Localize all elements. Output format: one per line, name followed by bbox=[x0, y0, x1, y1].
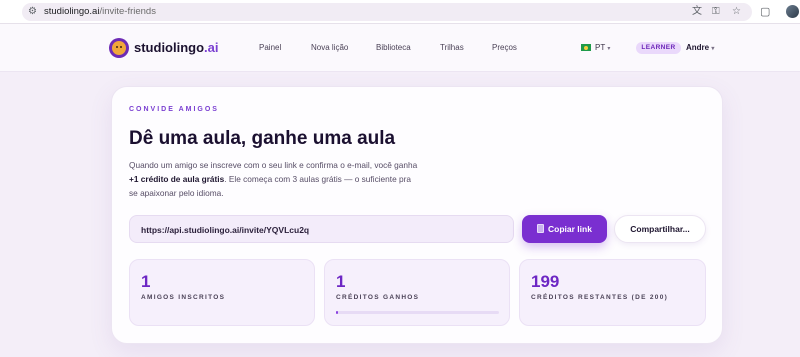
user-name: Andre bbox=[686, 43, 710, 52]
language-selector[interactable]: PT ▾ bbox=[595, 42, 610, 53]
invite-link-field[interactable]: https://api.studiolingo.ai/invite/YQVLcu… bbox=[129, 215, 514, 243]
url-path: /invite-friends bbox=[99, 6, 156, 17]
translate-icon[interactable]: 文 bbox=[692, 5, 702, 19]
copy-link-label: Copiar link bbox=[548, 224, 592, 234]
share-button[interactable]: Compartilhar... bbox=[614, 215, 706, 243]
site-info-icon[interactable]: ⚙ bbox=[28, 5, 37, 19]
password-key-icon[interactable]: ⚿ bbox=[712, 5, 720, 19]
site-header: studiolingo.ai Painel Nova lição Bibliot… bbox=[0, 24, 800, 72]
brand-name: studiolingo bbox=[134, 40, 205, 55]
bookmark-star-icon[interactable]: ☆ bbox=[732, 5, 741, 19]
profile-avatar[interactable] bbox=[786, 5, 799, 18]
chevron-down-icon: ▾ bbox=[711, 46, 715, 52]
invite-description: Quando um amigo se inscreve com o seu li… bbox=[129, 158, 421, 200]
address-bar[interactable]: ⚙ studiolingo.ai/invite-friends 文 ⚿ ☆ bbox=[22, 3, 752, 21]
brand-suffix: .ai bbox=[204, 40, 219, 55]
browser-toolbar: ⚙ studiolingo.ai/invite-friends 文 ⚿ ☆ ▢ bbox=[0, 0, 800, 24]
desc-highlight: +1 crédito de aula grátis bbox=[129, 174, 225, 184]
stat-value: 1 bbox=[141, 272, 151, 291]
stat-value: 199 bbox=[531, 272, 560, 291]
invite-link-text: https://api.studiolingo.ai/invite/YQVLcu… bbox=[141, 225, 310, 235]
url-text[interactable]: studiolingo.ai/invite-friends bbox=[44, 6, 156, 18]
nav-trilhas[interactable]: Trilhas bbox=[440, 43, 464, 53]
nav-nova-licao[interactable]: Nova lição bbox=[311, 43, 348, 53]
nav-painel[interactable]: Painel bbox=[259, 43, 281, 53]
stat-card-friends: 1 AMIGOS INSCRITOS bbox=[129, 259, 315, 326]
extensions-icon[interactable]: ▢ bbox=[760, 5, 770, 19]
brand-logo[interactable]: studiolingo.ai bbox=[134, 40, 219, 56]
copy-link-button[interactable]: Copiar link bbox=[522, 215, 607, 243]
stat-label: AMIGOS INSCRITOS bbox=[141, 294, 226, 301]
nav-biblioteca[interactable]: Biblioteca bbox=[376, 43, 411, 53]
url-host: studiolingo.ai bbox=[44, 6, 100, 17]
credits-progress-bar bbox=[336, 311, 499, 314]
stat-value: 1 bbox=[336, 272, 346, 291]
role-badge: LEARNER bbox=[636, 42, 681, 54]
nav-precos[interactable]: Preços bbox=[492, 43, 517, 53]
chevron-down-icon: ▾ bbox=[607, 46, 611, 52]
stat-card-credits-remaining: 199 CRÉDITOS RESTANTES (DE 200) bbox=[519, 259, 706, 326]
stat-card-credits-earned: 1 CRÉDITOS GANHOS bbox=[324, 259, 510, 326]
lion-logo-icon[interactable] bbox=[109, 38, 129, 58]
stat-label: CRÉDITOS RESTANTES (DE 200) bbox=[531, 294, 669, 301]
brazil-flag-icon[interactable] bbox=[581, 44, 591, 51]
credits-progress-fill bbox=[336, 311, 339, 314]
user-menu[interactable]: Andre ▾ bbox=[686, 43, 714, 54]
clipboard-icon bbox=[537, 224, 545, 233]
desc-text-1: Quando um amigo se inscreve com o seu li… bbox=[129, 160, 418, 170]
language-code: PT bbox=[595, 43, 606, 52]
page-title: Dê uma aula, ganhe uma aula bbox=[129, 128, 396, 149]
stat-label: CRÉDITOS GANHOS bbox=[336, 294, 420, 301]
section-eyebrow: CONVIDE AMIGOS bbox=[129, 106, 219, 113]
